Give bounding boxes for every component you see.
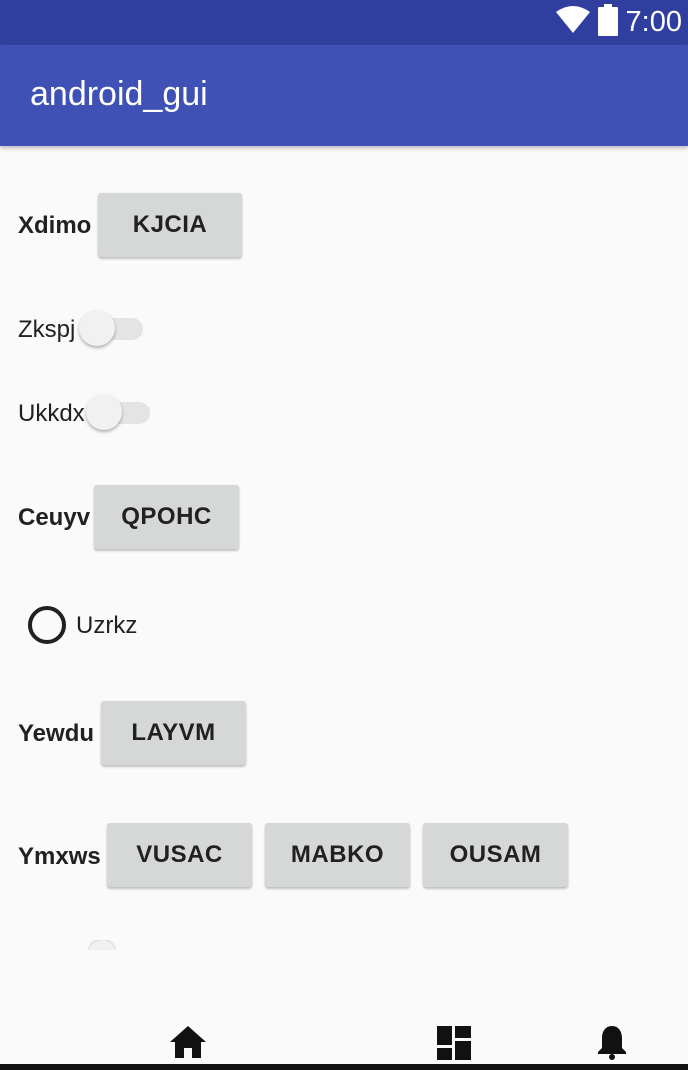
app-bar: android_gui bbox=[0, 45, 688, 146]
label-zkspj: Zkspj bbox=[18, 316, 76, 343]
partial-switch-thumb[interactable] bbox=[88, 940, 116, 950]
radio-uzrkz[interactable] bbox=[28, 606, 66, 644]
button-layvm[interactable]: LAYVM bbox=[101, 701, 246, 765]
label-ukkdx: Ukkdx bbox=[18, 400, 85, 427]
home-icon[interactable] bbox=[170, 1026, 206, 1063]
button-kjcia[interactable]: KJCIA bbox=[98, 193, 242, 257]
battery-icon bbox=[597, 4, 618, 41]
label-yewdu: Yewdu bbox=[18, 720, 95, 747]
switch-zkspj[interactable] bbox=[79, 310, 145, 348]
label-ceuyv: Ceuyv bbox=[18, 504, 91, 531]
button-layvm-label: LAYVM bbox=[131, 719, 216, 746]
dashboard-icon[interactable] bbox=[437, 1026, 471, 1065]
switch-ukkdx[interactable] bbox=[86, 394, 152, 432]
status-time: 7:00 bbox=[625, 6, 682, 38]
button-mabko[interactable]: MABKO bbox=[265, 823, 410, 887]
notifications-icon[interactable] bbox=[596, 1024, 628, 1065]
status-icons: 7:00 bbox=[555, 0, 682, 45]
button-ousam[interactable]: OUSAM bbox=[423, 823, 568, 887]
button-qpohc-label: QPOHC bbox=[121, 503, 212, 530]
switch-ukkdx-thumb bbox=[86, 394, 122, 430]
nav-bottom-edge bbox=[0, 1064, 688, 1070]
app-title: android_gui bbox=[30, 75, 208, 113]
button-mabko-label: MABKO bbox=[290, 841, 385, 868]
wifi-icon bbox=[555, 6, 590, 39]
switch-zkspj-thumb bbox=[79, 310, 115, 346]
bottom-navigation bbox=[0, 1010, 688, 1070]
label-ymxws: Ymxws bbox=[18, 843, 101, 870]
radio-uzrkz-label: Uzrkz bbox=[76, 612, 138, 639]
button-vusac-label: VUSAC bbox=[136, 841, 223, 868]
content-area: Xdimo KJCIA Zkspj Ukkdx Ceuyv QPOHC Uzrk… bbox=[0, 146, 688, 1036]
status-bar: 7:00 bbox=[0, 0, 688, 45]
button-vusac[interactable]: VUSAC bbox=[107, 823, 252, 887]
button-kjcia-label: KJCIA bbox=[132, 211, 208, 238]
label-xdimo: Xdimo bbox=[18, 212, 92, 239]
button-qpohc[interactable]: QPOHC bbox=[94, 485, 239, 549]
button-ousam-label: OUSAM bbox=[449, 841, 542, 868]
